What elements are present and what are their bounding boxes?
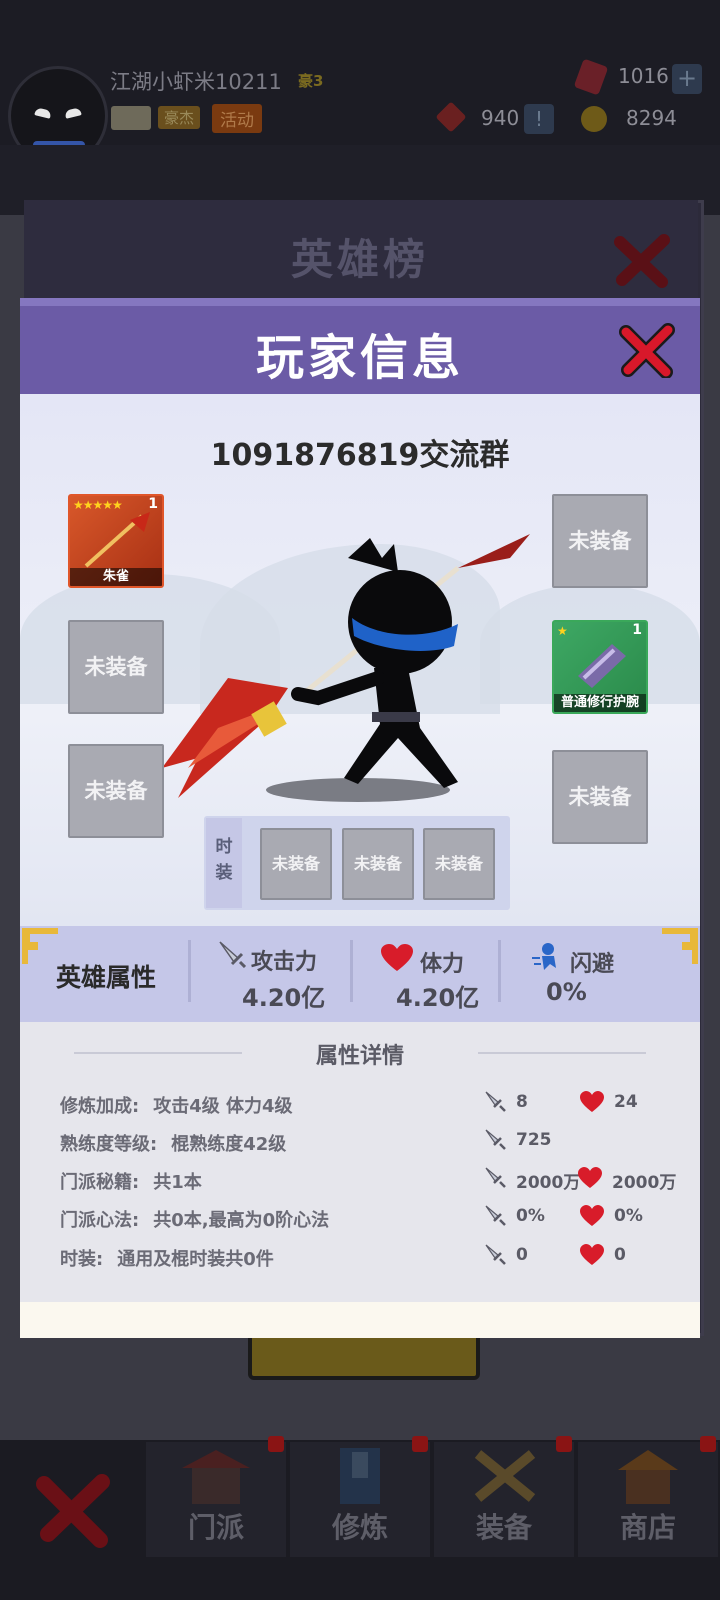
- divider: [498, 940, 501, 1002]
- sword-icon: [484, 1090, 506, 1116]
- coupon-count: 940: [481, 106, 520, 130]
- sword-icon: [484, 1243, 506, 1269]
- gem-count: 1016: [618, 64, 669, 88]
- nav-training-label: 修炼: [331, 1511, 388, 1544]
- hp-value: 4.20亿: [396, 984, 480, 1012]
- detail-row: 修炼加成: 攻击4级 体力4级: [60, 1092, 293, 1118]
- details-title: 属性详情: [315, 1044, 404, 1069]
- popup-title: 玩家信息: [255, 330, 464, 386]
- fashion-slot-1[interactable]: 未装备: [260, 828, 332, 900]
- add-gems-button[interactable]: +: [672, 64, 702, 94]
- popup-header-highlight: [20, 298, 700, 306]
- detail-hp-value: 0%: [614, 1206, 643, 1226]
- nav-equipment-label: 装备: [475, 1511, 532, 1544]
- detail-row: 熟练度等级: 棍熟练度42级: [60, 1130, 286, 1156]
- player-name: 江湖小虾米10211: [110, 70, 282, 94]
- detail-hp-value: 24: [614, 1092, 638, 1112]
- fashion-label: 时装: [206, 818, 242, 908]
- weapon-slot[interactable]: ★★★★★ 1 朱雀: [68, 494, 164, 588]
- mail-icon[interactable]: [111, 106, 151, 130]
- empty-slot-left-3[interactable]: 未装备: [68, 744, 164, 838]
- sect-building-icon: [182, 1450, 250, 1504]
- detail-desc: 攻击4级 体力4级: [153, 1096, 293, 1117]
- sword-icon: [219, 941, 246, 968]
- bracer-count: 1: [632, 622, 642, 638]
- divider: [350, 940, 353, 1002]
- empty-slot-left-2[interactable]: 未装备: [68, 620, 164, 714]
- dodge-label: 闪避: [570, 952, 615, 977]
- nav-shop-label: 商店: [619, 1511, 676, 1544]
- detail-row: 门派秘籍: 共1本: [60, 1168, 202, 1194]
- nav-shop[interactable]: 商店: [578, 1436, 718, 1557]
- coin-count: 8294: [626, 106, 677, 130]
- dodge-runner-icon: [532, 943, 556, 970]
- event-button[interactable]: 活动: [212, 104, 262, 133]
- detail-label: 门派秘籍:: [60, 1172, 140, 1193]
- detail-desc: 通用及棍时装共0件: [117, 1249, 274, 1270]
- nav-sect[interactable]: 门派: [146, 1436, 286, 1557]
- corner-ornament-icon: [22, 928, 58, 964]
- nav-sect-label: 门派: [187, 1511, 244, 1544]
- detail-attack-value: 725: [516, 1130, 552, 1150]
- hero-character: [162, 534, 530, 802]
- bracer-stars: ★: [557, 624, 568, 638]
- nav-training[interactable]: 修炼: [290, 1436, 430, 1557]
- empty-slot-right-3[interactable]: 未装备: [552, 750, 648, 844]
- bracer-slot[interactable]: ★ 1 普通修行护腕: [552, 620, 648, 714]
- detail-hp-value: 0: [614, 1245, 626, 1265]
- equipment-swords-icon: [474, 1450, 536, 1502]
- detail-attack-value: 2000万: [516, 1173, 581, 1193]
- dodge-value: 0%: [546, 978, 587, 1006]
- heart-icon: [580, 1205, 604, 1230]
- corner-ornament-icon: [662, 928, 698, 964]
- back-close-icon[interactable]: [30, 1462, 120, 1552]
- bracer-name: 普通修行护腕: [554, 694, 646, 712]
- detail-label: 时装:: [60, 1249, 104, 1270]
- fashion-slot-2[interactable]: 未装备: [342, 828, 414, 900]
- nav-equipment[interactable]: 装备: [434, 1436, 574, 1557]
- top-bar: [0, 0, 720, 145]
- attack-value: 4.20亿: [242, 984, 326, 1012]
- bracer-icon: [578, 644, 626, 688]
- detail-label: 修炼加成:: [60, 1096, 140, 1117]
- sword-icon: [484, 1128, 506, 1154]
- heart-icon: [381, 944, 413, 971]
- board-close-icon[interactable]: [612, 230, 672, 290]
- weapon-spear-icon: [84, 512, 150, 568]
- detail-attack-value: 8: [516, 1092, 528, 1112]
- detail-label: 门派心法:: [60, 1210, 140, 1231]
- fashion-slot-3[interactable]: 未装备: [423, 828, 495, 900]
- hp-label: 体力: [420, 952, 465, 977]
- divider: [188, 940, 191, 1002]
- hero-tag[interactable]: 豪杰: [158, 106, 201, 129]
- detail-attack-value: 0: [516, 1245, 528, 1265]
- close-icon[interactable]: [618, 322, 676, 378]
- heart-icon: [580, 1244, 604, 1269]
- detail-label: 熟练度等级:: [60, 1134, 158, 1155]
- hero-attributes-title: 英雄属性: [56, 963, 157, 992]
- player-group-title: 1091876819交流群: [210, 438, 510, 473]
- coin-icon: [581, 106, 607, 132]
- heart-icon: [578, 1167, 602, 1192]
- detail-attack-value: 0%: [516, 1206, 545, 1226]
- manual-book-icon: [340, 1448, 380, 1504]
- attack-label: 攻击力: [251, 950, 318, 975]
- detail-desc: 共1本: [153, 1172, 202, 1193]
- detail-desc: 棍熟练度42级: [171, 1134, 287, 1155]
- empty-slot-right-1[interactable]: 未装备: [552, 494, 648, 588]
- player-rank: 豪3: [298, 72, 324, 90]
- weapon-name: 朱雀: [70, 568, 162, 586]
- shop-icon: [618, 1450, 678, 1504]
- heart-icon: [580, 1091, 604, 1116]
- sword-icon: [484, 1166, 506, 1192]
- detail-desc: 共0本,最高为0阶心法: [153, 1210, 330, 1231]
- sword-icon: [484, 1204, 506, 1230]
- detail-row: 时装: 通用及棍时装共0件: [60, 1245, 274, 1271]
- alert-button[interactable]: !: [524, 104, 554, 134]
- detail-hp-value: 2000万: [612, 1173, 677, 1193]
- detail-row: 门派心法: 共0本,最高为0阶心法: [60, 1206, 329, 1232]
